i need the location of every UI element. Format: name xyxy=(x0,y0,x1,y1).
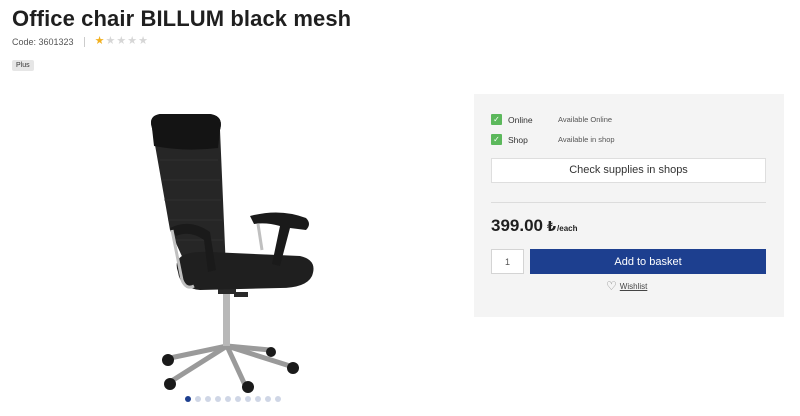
plus-badge: Plus xyxy=(12,60,34,71)
carousel-dot[interactable] xyxy=(265,396,271,402)
add-to-basket-button[interactable]: Add to basket xyxy=(530,249,766,274)
meta-divider xyxy=(83,36,85,47)
star-icon[interactable]: ★ xyxy=(127,36,137,47)
product-meta: Code: 3601323 ★ ★ ★ ★ ★ xyxy=(12,36,148,47)
price-currency: ₺ xyxy=(547,219,557,234)
carousel-dot[interactable] xyxy=(185,396,191,402)
availability-status: Available in shop xyxy=(558,135,615,144)
star-icon[interactable]: ★ xyxy=(95,36,105,47)
price: 399.00 ₺ /each xyxy=(491,216,578,236)
chair-gas-lift xyxy=(223,290,230,346)
star-icon[interactable]: ★ xyxy=(105,36,115,47)
availability-shop: ✓ Shop Available in shop xyxy=(491,134,615,145)
product-code: Code: 3601323 xyxy=(12,36,74,47)
product-image[interactable] xyxy=(130,100,340,400)
page-title: Office chair BILLUM black mesh xyxy=(12,6,352,31)
carousel-dot[interactable] xyxy=(245,396,251,402)
carousel-dot[interactable] xyxy=(195,396,201,402)
availability-online: ✓ Online Available Online xyxy=(491,114,612,125)
wishlist-label: Wishlist xyxy=(619,281,648,291)
check-icon: ✓ xyxy=(491,134,502,145)
carousel-dot[interactable] xyxy=(255,396,261,402)
carousel-dot[interactable] xyxy=(235,396,241,402)
panel-divider xyxy=(491,202,766,203)
availability-label: Online xyxy=(508,114,533,125)
wishlist-link[interactable]: ♡ Wishlist xyxy=(606,280,647,292)
star-icon[interactable]: ★ xyxy=(138,36,148,47)
availability-label: Shop xyxy=(508,134,528,145)
rating-stars[interactable]: ★ ★ ★ ★ ★ xyxy=(95,36,148,47)
availability-status: Available Online xyxy=(558,115,613,124)
price-unit: /each xyxy=(557,224,578,233)
chair-seat xyxy=(176,251,314,290)
quantity-input[interactable] xyxy=(491,249,524,274)
purchase-panel: ✓ Online Available Online ✓ Shop Availab… xyxy=(474,94,784,317)
carousel-dot[interactable] xyxy=(275,396,281,402)
carousel-dot[interactable] xyxy=(225,396,231,402)
star-icon[interactable]: ★ xyxy=(116,36,126,47)
carousel-dot[interactable] xyxy=(205,396,211,402)
carousel-dot[interactable] xyxy=(215,396,221,402)
image-carousel-dots[interactable] xyxy=(185,396,281,402)
heart-icon: ♡ xyxy=(606,279,617,293)
office-chair-image xyxy=(151,114,314,393)
check-supplies-button[interactable]: Check supplies in shops xyxy=(491,158,766,183)
check-icon: ✓ xyxy=(491,114,502,125)
price-amount: 399.00 xyxy=(491,216,543,235)
